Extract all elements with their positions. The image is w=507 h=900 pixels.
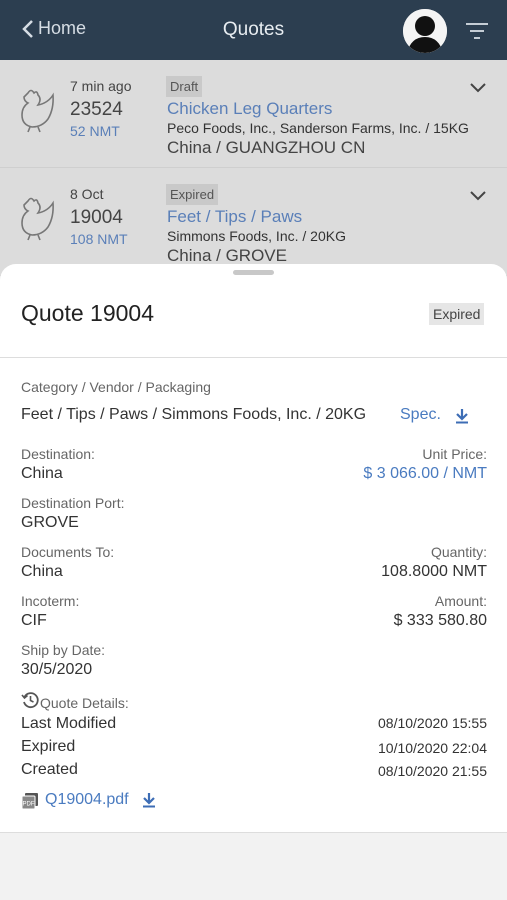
status-badge: Draft bbox=[166, 76, 203, 97]
expired-label: Expired bbox=[21, 738, 76, 755]
unit-price-value: $ 3 066.00 / NMT bbox=[363, 465, 487, 482]
incoterm-label: Incoterm: bbox=[21, 593, 80, 609]
top-bar: Home Quotes bbox=[0, 0, 507, 60]
ship-by-label: Ship by Date: bbox=[21, 642, 106, 658]
quantity-label: Quantity: bbox=[430, 544, 487, 560]
last-modified-label: Last Modified bbox=[21, 715, 117, 732]
last-modified-value: 08/10/2020 15:55 bbox=[378, 715, 487, 731]
chevron-down-icon[interactable] bbox=[470, 190, 486, 202]
cvp-label: Category / Vendor / Packaging bbox=[21, 379, 211, 395]
created-label: Created bbox=[21, 761, 78, 778]
quote-nmt: 108 NMT bbox=[70, 231, 128, 247]
expired-value: 10/10/2020 22:04 bbox=[378, 740, 487, 756]
filter-icon bbox=[466, 23, 488, 39]
cvp-value: Feet / Tips / Paws / Simmons Foods, Inc.… bbox=[21, 406, 367, 423]
created-value: 08/10/2020 21:55 bbox=[378, 763, 487, 779]
chicken-icon bbox=[21, 197, 54, 241]
quote-number: 23524 bbox=[70, 99, 123, 120]
documents-to-label: Documents To: bbox=[21, 544, 115, 560]
status-badge: Expired bbox=[429, 303, 485, 325]
quantity-value: 108.8000 NMT bbox=[381, 563, 487, 580]
quote-destination: China / GROVE bbox=[167, 246, 287, 265]
drag-handle[interactable] bbox=[233, 270, 274, 275]
quote-vendors: Simmons Foods, Inc. / 20KG bbox=[167, 228, 346, 244]
list-item[interactable]: 8 Oct 19004 108 NMT Expired Feet / Tips … bbox=[0, 168, 507, 276]
quote-time: 7 min ago bbox=[70, 78, 132, 94]
quote-time: 8 Oct bbox=[70, 186, 104, 202]
amount-value: $ 333 580.80 bbox=[393, 612, 487, 629]
destination-value: China bbox=[21, 465, 63, 482]
chevron-down-icon[interactable] bbox=[470, 82, 486, 94]
quote-number: 19004 bbox=[70, 207, 123, 228]
destination-port-label: Destination Port: bbox=[21, 495, 125, 511]
ship-by-value: 30/5/2020 bbox=[21, 661, 93, 678]
pdf-file-icon: PDF bbox=[21, 793, 38, 810]
unit-price-label: Unit Price: bbox=[422, 446, 487, 462]
download-icon[interactable] bbox=[455, 408, 469, 424]
list-item[interactable]: 7 min ago 23524 52 NMT Draft Chicken Leg… bbox=[0, 60, 507, 168]
quote-category: Chicken Leg Quarters bbox=[167, 99, 333, 118]
filter-button[interactable] bbox=[465, 22, 489, 45]
quote-category: Feet / Tips / Paws bbox=[167, 207, 303, 226]
history-icon bbox=[21, 692, 39, 709]
pdf-link[interactable]: Q19004.pdf bbox=[45, 791, 129, 809]
svg-text:PDF: PDF bbox=[23, 802, 35, 808]
user-photo-icon bbox=[403, 9, 447, 53]
quote-list: 7 min ago 23524 52 NMT Draft Chicken Leg… bbox=[0, 60, 507, 280]
divider bbox=[0, 357, 507, 358]
spec-link[interactable]: Spec. bbox=[400, 406, 441, 424]
download-icon[interactable] bbox=[142, 792, 156, 808]
documents-to-value: China bbox=[21, 563, 63, 580]
chicken-icon bbox=[21, 89, 54, 133]
amount-label: Amount: bbox=[434, 593, 487, 609]
quote-details-label: Quote Details: bbox=[40, 695, 129, 711]
quote-detail-sheet: Quote 19004 Expired Category / Vendor / … bbox=[0, 264, 507, 833]
quote-destination: China / GUANGZHOU CN bbox=[167, 138, 366, 157]
avatar[interactable] bbox=[403, 9, 447, 53]
status-badge: Expired bbox=[166, 184, 219, 205]
destination-label: Destination: bbox=[21, 446, 95, 462]
quote-vendors: Peco Foods, Inc., Sanderson Farms, Inc. … bbox=[167, 120, 469, 136]
destination-port-value: GROVE bbox=[21, 514, 79, 531]
incoterm-value: CIF bbox=[21, 612, 47, 629]
detail-title: Quote 19004 bbox=[21, 300, 155, 326]
quote-nmt: 52 NMT bbox=[70, 123, 120, 139]
